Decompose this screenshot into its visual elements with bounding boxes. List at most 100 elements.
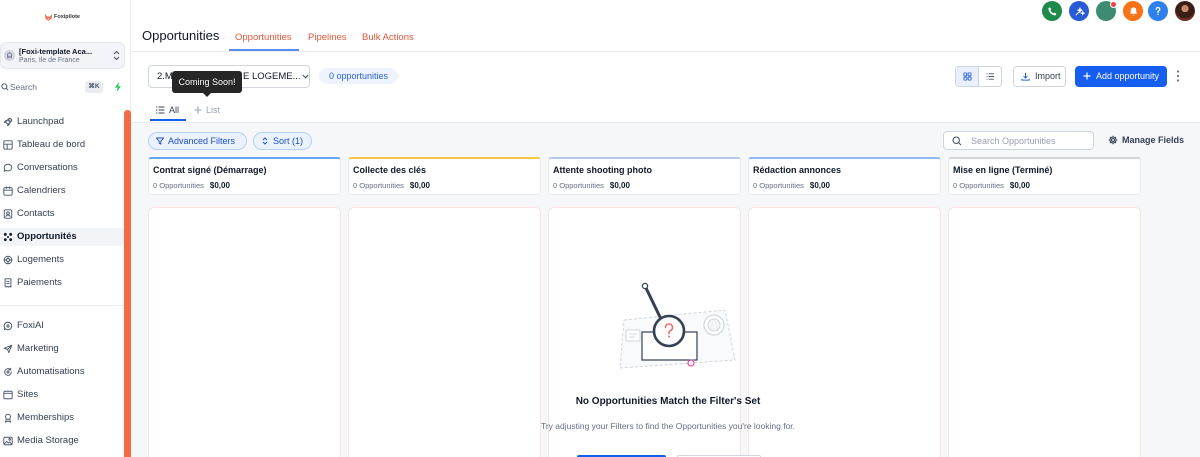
sidebar-item-label: Sites bbox=[17, 389, 39, 400]
board-view-button[interactable] bbox=[956, 67, 979, 86]
add-opportunity-button[interactable]: Add opportunity bbox=[1075, 66, 1167, 87]
list-view-button[interactable] bbox=[979, 67, 1001, 86]
automation-icon bbox=[3, 367, 13, 377]
empty-state-message: Try adjusting your Filters to find the O… bbox=[540, 421, 796, 431]
stage-drop-zone[interactable] bbox=[348, 207, 541, 457]
sidebar-item-payments[interactable]: Paiements bbox=[0, 274, 124, 292]
stage-header: Mise en ligne (Terminé) 0 Opportunities $… bbox=[948, 157, 1141, 195]
sidebar-item-calendars[interactable]: Calendriers bbox=[0, 182, 124, 200]
sidebar-item-sites[interactable]: Sites bbox=[0, 386, 124, 404]
sidebar-item-label: Tableau de bord bbox=[17, 139, 86, 150]
sidebar-item-conversations[interactable]: Conversations bbox=[0, 159, 124, 177]
sidebar-item-label: Contacts bbox=[17, 208, 55, 219]
header-divider bbox=[131, 51, 1200, 52]
sidebar-item-opportunities[interactable]: Opportunités bbox=[0, 228, 124, 246]
sidebar-search[interactable]: Search ⌘K bbox=[0, 79, 124, 95]
quick-action-button[interactable] bbox=[1069, 1, 1089, 21]
view-tab-list[interactable]: List bbox=[206, 104, 220, 116]
pipeline-select-value-start: 2.M bbox=[157, 71, 173, 82]
notifications-button[interactable] bbox=[1123, 1, 1143, 21]
stage-drop-zone[interactable] bbox=[148, 207, 341, 457]
import-button[interactable]: Import bbox=[1013, 66, 1066, 87]
notification-dot bbox=[1110, 1, 1117, 8]
search-opportunities-input[interactable] bbox=[971, 132, 1089, 149]
filter-icon bbox=[156, 137, 164, 145]
account-name: [Foxi-template Aca... bbox=[19, 47, 93, 56]
plus-icon bbox=[1083, 72, 1091, 80]
coming-soon-tooltip: Coming Soon! bbox=[172, 71, 242, 93]
opportunities-icon bbox=[3, 232, 13, 242]
tab-pipelines[interactable]: Pipelines bbox=[308, 32, 347, 43]
image-icon bbox=[3, 436, 13, 446]
housing-icon bbox=[3, 255, 13, 265]
stage-title: Attente shooting photo bbox=[553, 165, 652, 175]
ai-icon bbox=[3, 321, 13, 331]
stage-header: Collecte des clés 0 Opportunities $0,00 bbox=[348, 157, 541, 195]
sidebar-item-dashboard[interactable]: Tableau de bord bbox=[0, 136, 124, 154]
gear-icon[interactable] bbox=[1108, 135, 1118, 145]
chevron-down-icon bbox=[302, 74, 309, 79]
search-shortcut-badge: ⌘K bbox=[85, 81, 103, 93]
help-button[interactable] bbox=[1148, 1, 1168, 21]
stage-amount: $0,00 bbox=[609, 181, 630, 190]
sidebar-item-launchpad[interactable]: Launchpad bbox=[0, 113, 124, 131]
sidebar: Foxipilote [Foxi-template Aca... Paris, … bbox=[0, 0, 131, 457]
active-tab-indicator bbox=[229, 49, 299, 51]
download-icon bbox=[1021, 72, 1030, 81]
sidebar-item-label: Logements bbox=[17, 254, 65, 265]
chevron-updown-icon bbox=[113, 50, 120, 61]
rocket-icon bbox=[3, 117, 13, 127]
user-avatar[interactable] bbox=[1175, 1, 1195, 21]
dashboard-icon bbox=[3, 140, 13, 150]
tooltip-arrow bbox=[203, 93, 211, 97]
send-icon bbox=[3, 344, 13, 354]
sidebar-item-contacts[interactable]: Contacts bbox=[0, 205, 124, 223]
tab-bulk-actions[interactable]: Bulk Actions bbox=[362, 32, 414, 43]
sidebar-item-memberships[interactable]: Memberships bbox=[0, 409, 124, 427]
empty-state-title: No Opportunities Match the Filter's Set bbox=[575, 396, 761, 407]
stage-title: Rédaction annonces bbox=[753, 165, 842, 175]
tab-opportunities[interactable]: Opportunities bbox=[235, 32, 292, 43]
list-icon bbox=[156, 106, 165, 114]
stage-amount: $0,00 bbox=[409, 181, 430, 190]
sidebar-item-label: Conversations bbox=[17, 162, 78, 173]
stage-header: Contrat signé (Démarrage) 0 Opportunitie… bbox=[148, 157, 341, 195]
phone-button[interactable] bbox=[1042, 1, 1062, 21]
quick-action-icon bbox=[1074, 6, 1085, 16]
lightning-icon[interactable] bbox=[114, 82, 122, 92]
sort-button[interactable]: Sort (1) bbox=[253, 132, 312, 150]
sidebar-item-media-storage[interactable]: Media Storage bbox=[0, 432, 124, 450]
manage-fields-button[interactable]: Manage Fields bbox=[1122, 134, 1184, 147]
stage-count: 0 Opportunities bbox=[353, 181, 404, 190]
stage-drop-zone[interactable] bbox=[948, 207, 1141, 457]
sidebar-item-marketing[interactable]: Marketing bbox=[0, 340, 124, 358]
sidebar-item-label: Media Storage bbox=[17, 435, 79, 446]
advanced-filters-label: Advanced Filters bbox=[168, 136, 236, 146]
sort-label: Sort (1) bbox=[273, 136, 304, 146]
sidebar-divider bbox=[0, 305, 124, 306]
import-label: Import bbox=[1035, 71, 1061, 81]
sidebar-item-housing[interactable]: Logements bbox=[0, 251, 124, 269]
stage-count: 0 Opportunities bbox=[753, 181, 804, 190]
plus-icon[interactable] bbox=[194, 106, 202, 114]
stage-count: 0 Opportunities bbox=[553, 181, 604, 190]
more-options-icon[interactable] bbox=[1175, 69, 1181, 83]
logo-text: Foxipilote bbox=[54, 14, 80, 20]
sidebar-scrollbar[interactable] bbox=[124, 110, 131, 457]
page-title: Opportunities bbox=[142, 28, 220, 43]
stage-amount: $0,00 bbox=[209, 181, 230, 190]
grid-icon bbox=[962, 72, 972, 81]
notifications-bell-icon bbox=[1129, 6, 1137, 16]
view-tab-all[interactable]: All bbox=[169, 104, 179, 116]
opportunity-search[interactable] bbox=[943, 131, 1094, 150]
sidebar-item-automations[interactable]: Automatisations bbox=[0, 363, 124, 381]
sidebar-item-foxiai[interactable]: FoxiAI bbox=[0, 317, 124, 335]
sidebar-item-label: Automatisations bbox=[17, 366, 85, 377]
stage-header: Rédaction annonces 0 Opportunities $0,00 bbox=[748, 157, 941, 195]
sidebar-search-label: Search bbox=[10, 82, 37, 92]
advanced-filters-button[interactable]: Advanced Filters bbox=[148, 132, 247, 150]
phone-icon bbox=[1047, 6, 1056, 15]
account-location: Paris, Ile de France bbox=[19, 57, 80, 64]
account-switcher[interactable]: [Foxi-template Aca... Paris, Ile de Fran… bbox=[0, 42, 125, 69]
view-toggle bbox=[955, 66, 1002, 87]
